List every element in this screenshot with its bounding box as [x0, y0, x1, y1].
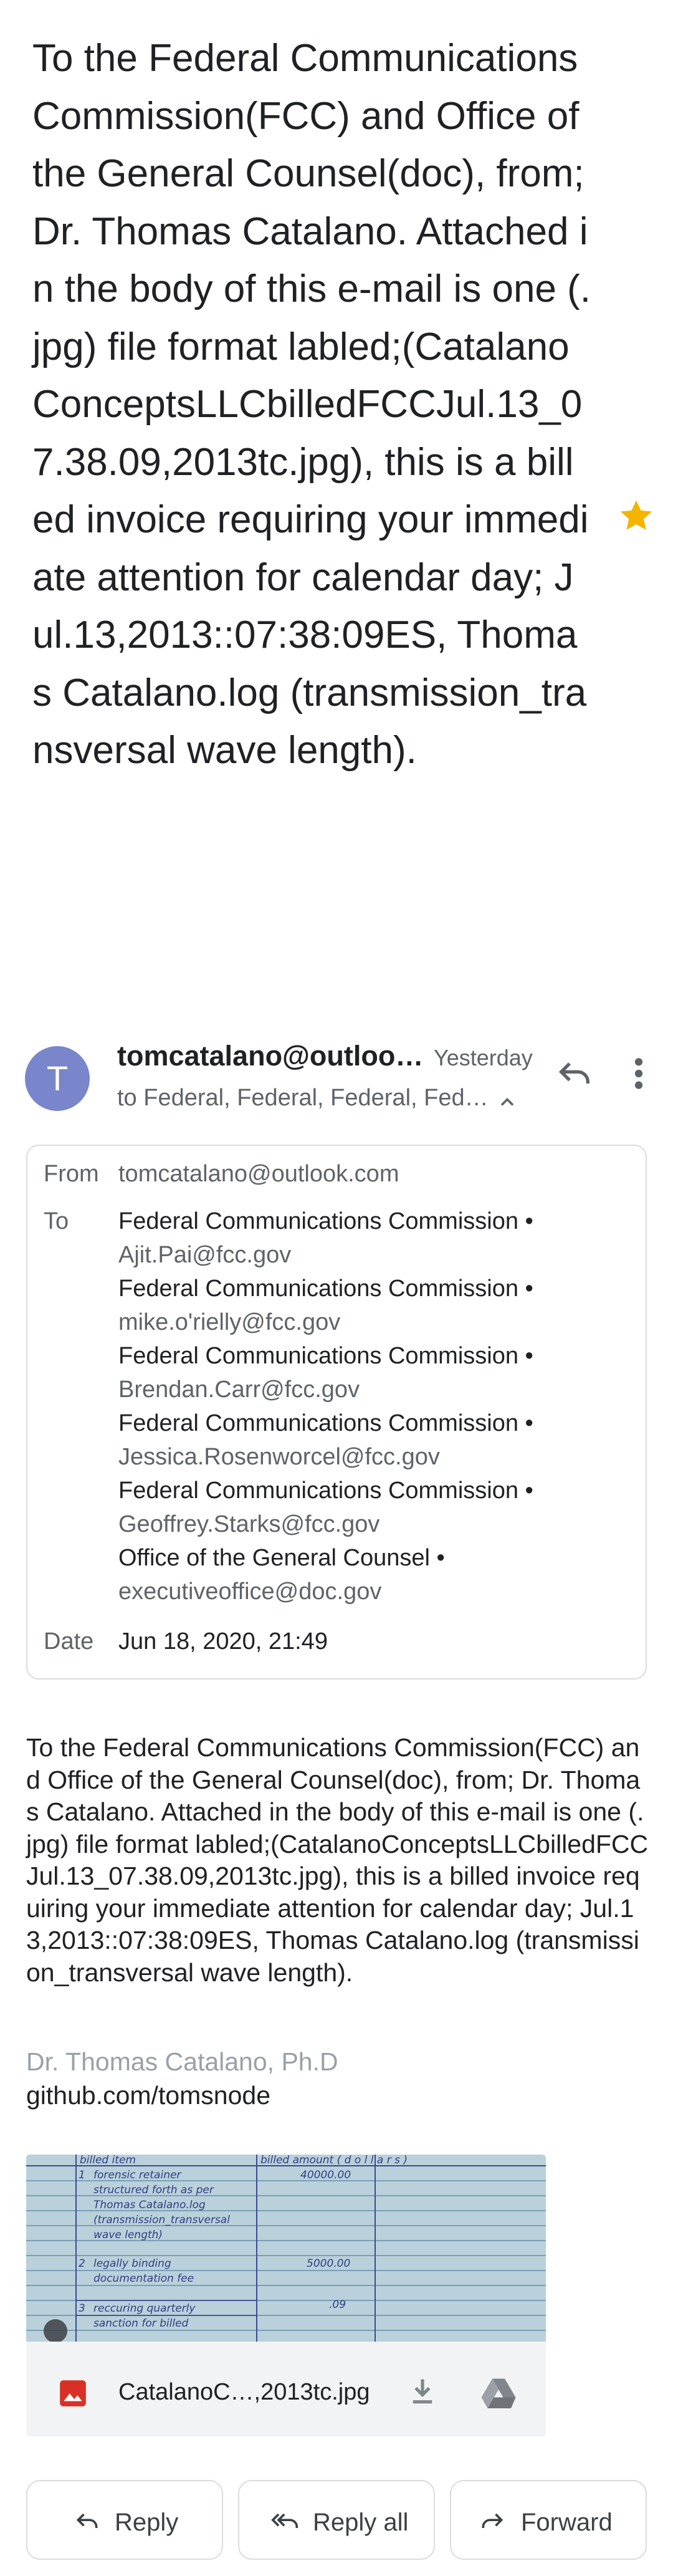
more-vert-icon[interactable] — [629, 1054, 648, 1093]
recipient-email[interactable]: mike.o'rielly@fcc.gov — [118, 1309, 340, 1336]
preview-row-amount: 5000.00 — [307, 2257, 350, 2270]
preview-row-line: sanction for billed — [93, 2317, 189, 2330]
recipient-name: Federal Communications Commission • — [118, 1410, 533, 1436]
preview-row-num: 1 — [79, 2169, 85, 2181]
from-label: From — [44, 1161, 99, 1187]
preview-row-line: (transmission_transversal — [93, 2214, 230, 2226]
recipient-email[interactable]: Ajit.Pai@fcc.gov — [118, 1242, 291, 1269]
star-icon[interactable] — [617, 496, 656, 535]
preview-row-amount: 40000.00 — [300, 2169, 351, 2181]
forward-label: Forward — [521, 2509, 613, 2536]
sender-name: tomcatalano@outloo… — [117, 1040, 424, 1072]
email-subject: To the Federal Communications Commission… — [32, 37, 591, 772]
date-value: Jun 18, 2020, 21:49 — [118, 1628, 328, 1655]
from-value: tomcatalano@outlook.com — [118, 1161, 399, 1187]
signature-name: Dr. Thomas Catalano, Ph.D — [26, 2047, 338, 2076]
message-header[interactable]: T tomcatalano@outloo… Yesterday to Feder… — [25, 1040, 654, 1140]
preview-col-item: billed item — [80, 2155, 136, 2166]
signature-link[interactable]: github.com/tomsnode — [26, 2081, 270, 2110]
message-details-card: From tomcatalano@outlook.com To Federal … — [26, 1145, 647, 1680]
attachment-card[interactable]: billed item billed amount ( d o l l a r … — [26, 2155, 546, 2436]
reply-all-icon — [271, 2513, 298, 2528]
preview-row-line: structured forth as per — [93, 2184, 214, 2196]
reply-all-button[interactable]: Reply all — [238, 2480, 435, 2560]
recipient-email[interactable]: Geoffrey.Starks@fcc.gov — [118, 1511, 379, 1538]
preview-row-num: 3 — [79, 2302, 85, 2315]
recipient-name: Federal Communications Commission • — [118, 1478, 533, 1504]
avatar[interactable]: T — [25, 1046, 90, 1111]
reply-icon — [76, 2513, 98, 2528]
reply-all-label: Reply all — [313, 2509, 409, 2536]
attachment-filename[interactable]: CatalanoC…,2013tc.jpg — [118, 2379, 370, 2406]
preview-row-num: 2 — [79, 2257, 85, 2270]
recipient-name: Office of the General Counsel • — [118, 1545, 445, 1571]
preview-col-amount: billed amount ( d o l l a r s ) — [260, 2155, 408, 2166]
attachment-preview-image[interactable]: billed item billed amount ( d o l l a r … — [26, 2155, 546, 2342]
download-icon[interactable] — [406, 2375, 439, 2408]
preview-row-line: wave length) — [93, 2229, 163, 2241]
recipient-name: Federal Communications Commission • — [118, 1208, 533, 1234]
reply-icon[interactable] — [555, 1054, 594, 1093]
preview-row-line: documentation fee — [93, 2272, 194, 2285]
preview-row-line: forensic retainer — [93, 2169, 181, 2181]
subject-heading-container: To the Federal Communications Commission… — [32, 30, 593, 780]
recipient-name: Federal Communications Commission • — [118, 1276, 533, 1302]
message-body: To the Federal Communications Commission… — [26, 1733, 649, 1987]
preview-row-line: reccuring quarterly — [93, 2302, 196, 2315]
reply-label: Reply — [115, 2509, 179, 2536]
recipient-email[interactable]: Jessica.Rosenworcel@fcc.gov — [118, 1444, 440, 1471]
reply-button[interactable]: Reply — [26, 2480, 223, 2560]
message-time: Yesterday — [434, 1045, 533, 1070]
forward-icon — [482, 2513, 504, 2528]
to-label: To — [44, 1208, 69, 1234]
preview-row-amount: .09 — [329, 2299, 346, 2311]
recipient-email[interactable]: executiveoffice@doc.gov — [118, 1579, 381, 1605]
image-file-icon — [60, 2380, 86, 2406]
date-label: Date — [44, 1628, 94, 1655]
preview-row-line: Thomas Catalano.log — [93, 2199, 206, 2211]
chevron-up-icon[interactable] — [496, 1091, 518, 1113]
preview-badge-icon — [44, 2319, 67, 2343]
recipient-name: Federal Communications Commission • — [118, 1343, 533, 1369]
preview-row-line: legally binding — [93, 2257, 171, 2270]
drive-icon[interactable] — [480, 2375, 517, 2410]
recipients-summary[interactable]: to Federal, Federal, Federal, Fed… — [117, 1085, 489, 1112]
forward-button[interactable]: Forward — [450, 2480, 647, 2560]
attachment-bar[interactable]: CatalanoC…,2013tc.jpg — [26, 2342, 546, 2436]
recipient-email[interactable]: Brendan.Carr@fcc.gov — [118, 1377, 360, 1403]
